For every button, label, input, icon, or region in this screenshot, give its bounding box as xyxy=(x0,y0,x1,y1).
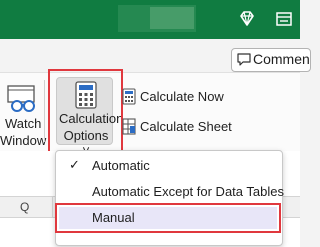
watch-window-icon xyxy=(7,85,35,112)
ribbon-display-icon[interactable] xyxy=(273,8,295,30)
calculate-sheet-label: Calculate Sheet xyxy=(140,119,232,134)
column-divider xyxy=(52,196,53,218)
calculate-sheet-button[interactable]: Calculate Sheet xyxy=(122,117,232,137)
column-header-q[interactable]: Q xyxy=(20,200,29,214)
calculate-sheet-icon xyxy=(122,118,136,135)
ribbon-divider xyxy=(44,80,45,142)
calculate-now-icon xyxy=(122,88,136,105)
watch-window-button[interactable]: Watch Window xyxy=(0,80,46,148)
blurred-account-area-2 xyxy=(150,7,194,29)
menu-item-label: Automatic Except for Data Tables xyxy=(92,184,284,199)
menu-item-automatic-except-data-tables[interactable]: Automatic Except for Data Tables xyxy=(56,179,284,205)
manual-highlight xyxy=(55,203,281,233)
comments-button[interactable]: Commen xyxy=(231,48,311,72)
watch-window-label-2: Window xyxy=(0,133,47,148)
checkmark-icon: ✓ xyxy=(69,157,80,172)
watch-window-label-1: Watch xyxy=(5,116,42,131)
title-bar xyxy=(0,0,300,39)
menu-item-automatic[interactable]: ✓ Automatic xyxy=(56,153,282,179)
calculate-now-button[interactable]: Calculate Now xyxy=(122,87,224,107)
comments-label: Commen xyxy=(253,51,310,67)
diamond-icon[interactable] xyxy=(236,8,258,30)
menu-item-label: Automatic xyxy=(92,158,150,173)
comment-icon xyxy=(237,53,251,66)
calculate-now-label: Calculate Now xyxy=(140,89,224,104)
calculation-options-highlight xyxy=(48,69,123,153)
